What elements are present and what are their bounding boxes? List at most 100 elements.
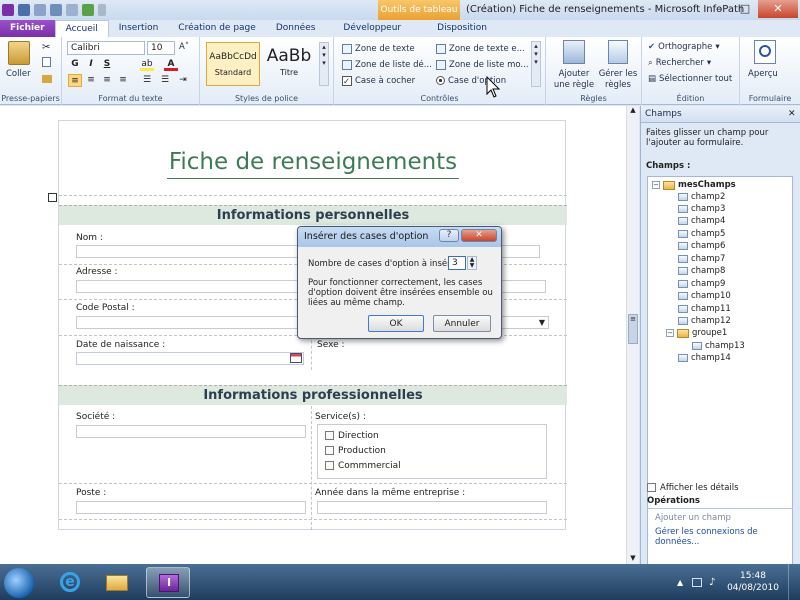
tree-field[interactable]: champ13	[692, 341, 745, 351]
bold-button[interactable]: G	[68, 58, 82, 71]
cut-icon[interactable]: ✂	[42, 42, 50, 53]
tree-field[interactable]: champ5	[678, 229, 725, 239]
align-center-icon[interactable]: ≡	[84, 74, 98, 87]
network-icon[interactable]	[692, 578, 702, 587]
help-button[interactable]: ?	[439, 229, 459, 242]
control-checkbox[interactable]: ✓ Case à cocher	[342, 73, 415, 88]
control-text-box[interactable]: Zone de texte	[342, 41, 415, 56]
task-pane-close-icon[interactable]: ✕	[788, 109, 796, 119]
show-details-checkbox[interactable]: Afficher les détails	[647, 480, 739, 495]
add-field-link[interactable]: Ajouter un champ	[655, 513, 731, 523]
checkbox-box[interactable]	[325, 446, 334, 455]
customize-qat-icon[interactable]	[98, 4, 106, 16]
count-spinner-field[interactable]: 3	[448, 256, 466, 270]
clock[interactable]: 15:48 04/08/2010	[725, 570, 781, 594]
code-postal-field[interactable]	[76, 316, 306, 329]
tab-fichier[interactable]: Fichier	[0, 20, 55, 37]
start-button[interactable]	[4, 568, 34, 598]
annee-field[interactable]	[317, 501, 547, 514]
date-naissance-field[interactable]	[76, 352, 304, 365]
style-titre[interactable]: AaBb Titre	[262, 42, 316, 86]
undo-icon[interactable]	[50, 4, 62, 16]
justify-icon[interactable]: ≡	[116, 74, 130, 87]
preview-button[interactable]: Aperçu	[748, 69, 778, 79]
count-spinner-arrows[interactable]: ▲ ▼	[467, 256, 477, 270]
tree-group[interactable]: − groupe1	[666, 328, 727, 338]
find-button[interactable]: ⌕ Rechercher ▾	[648, 58, 711, 68]
paste-icon[interactable]	[8, 41, 30, 65]
tree-field[interactable]: champ12	[678, 316, 731, 326]
select-all-button[interactable]: ▤ Sélectionner tout	[648, 74, 732, 84]
tree-field[interactable]: champ10	[678, 291, 731, 301]
ie-taskbar-icon[interactable]: e	[48, 567, 90, 598]
tree-field[interactable]: champ2	[678, 192, 725, 202]
tree-field[interactable]: champ3	[678, 204, 725, 214]
infopath-app-icon[interactable]	[2, 4, 14, 16]
checkbox-box[interactable]	[325, 431, 334, 440]
checkbox-box[interactable]	[647, 483, 656, 492]
close-window-button[interactable]: ✕	[758, 0, 798, 18]
font-size-field[interactable]: 10	[147, 41, 175, 55]
tree-field[interactable]: champ8	[678, 266, 725, 276]
tab-donnees[interactable]: Données	[266, 20, 326, 37]
font-name-field[interactable]: Calibri	[67, 41, 145, 55]
section-header-personal[interactable]: Informations personnelles	[59, 205, 567, 225]
underline-button[interactable]: S	[100, 58, 114, 71]
scroll-thumb[interactable]: ≡	[628, 314, 638, 344]
ok-button[interactable]: OK	[368, 315, 424, 332]
scroll-down-icon[interactable]: ▼	[627, 554, 639, 562]
add-rule-button[interactable]: Ajouter une règle	[552, 69, 596, 91]
checkbox-box[interactable]	[325, 461, 334, 470]
checkbox-commercial[interactable]: Commmercial	[325, 458, 546, 473]
manage-rules-button[interactable]: Gérer les règles	[598, 69, 638, 91]
tree-field[interactable]: champ9	[678, 279, 725, 289]
poste-field[interactable]	[76, 501, 306, 514]
infopath-taskbar-icon[interactable]: I	[146, 567, 190, 598]
control-rich-text-box[interactable]: Zone de texte e...	[436, 41, 525, 56]
grow-font-icon[interactable]: A˄	[179, 42, 189, 52]
controls-gallery-scroll-icon[interactable]: ▴ ▾ ▾	[531, 41, 541, 87]
explorer-taskbar-icon[interactable]	[96, 567, 138, 598]
format-painter-icon[interactable]	[42, 75, 52, 83]
show-desktop-button[interactable]	[788, 564, 800, 600]
form-title[interactable]: Fiche de renseignements	[59, 149, 567, 175]
selection-handle[interactable]	[48, 193, 57, 202]
vertical-scrollbar[interactable]: ▲ ≡ ▼	[626, 106, 639, 564]
tab-insertion[interactable]: Insertion	[109, 20, 169, 37]
tree-field[interactable]: champ14	[678, 353, 731, 363]
paste-button[interactable]: Coller	[6, 69, 31, 79]
italic-button[interactable]: I	[84, 58, 98, 71]
checkbox-production[interactable]: Production	[325, 443, 546, 458]
tree-field[interactable]: champ6	[678, 241, 725, 251]
redo-icon[interactable]	[66, 4, 78, 16]
volume-icon[interactable]: ♪	[709, 577, 715, 588]
control-dropdown-list[interactable]: Zone de liste dé...	[342, 57, 432, 72]
tree-root[interactable]: − mesChamps	[652, 180, 736, 190]
font-color-icon[interactable]: A	[164, 58, 178, 71]
tab-accueil[interactable]: Accueil	[54, 20, 109, 37]
section-header-professional[interactable]: Informations professionnelles	[59, 385, 567, 405]
checkbox-direction[interactable]: Direction	[325, 428, 546, 443]
copy-icon[interactable]	[42, 57, 51, 67]
preview-icon[interactable]	[754, 40, 776, 64]
add-rule-icon[interactable]	[563, 40, 585, 64]
tray-arrow-icon[interactable]: ▲	[677, 578, 683, 587]
tab-developpeur[interactable]: Développeur	[325, 20, 419, 37]
collapse-icon[interactable]: −	[666, 329, 674, 337]
check-icon[interactable]	[82, 4, 94, 16]
align-right-icon[interactable]: ≡	[100, 74, 114, 87]
manage-connections-link[interactable]: Gérer les connexions de données...	[655, 527, 800, 547]
dialog-close-button[interactable]: ✕	[461, 229, 497, 242]
align-left-icon[interactable]: ≡	[68, 74, 82, 87]
societe-field[interactable]	[76, 425, 306, 438]
preview-icon[interactable]	[34, 4, 46, 16]
scroll-up-icon[interactable]: ▲	[627, 106, 639, 114]
styles-scroll-icon[interactable]: ▴ ▾ ▾	[319, 42, 329, 86]
tree-field[interactable]: champ4	[678, 216, 725, 226]
tab-disposition[interactable]: Disposition	[419, 20, 505, 37]
collapse-icon[interactable]: −	[652, 181, 660, 189]
indent-icon[interactable]: ⇥	[176, 74, 190, 87]
cancel-button[interactable]: Annuler	[433, 315, 491, 332]
minimize-button[interactable]: –	[706, 0, 732, 18]
control-list-box[interactable]: Zone de liste mo...	[436, 57, 529, 72]
